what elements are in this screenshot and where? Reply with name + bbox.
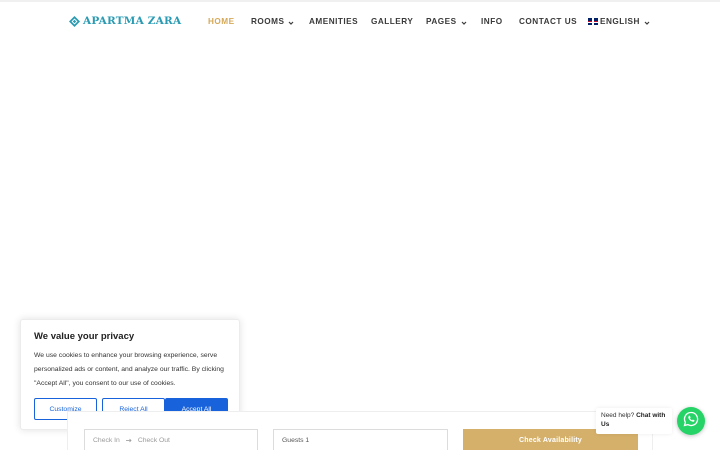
nav-amenities[interactable]: AMENITIES [309,17,358,26]
site-logo[interactable]: APARTMA ZARA [69,15,181,27]
guests-value: Guests 1 [282,437,310,444]
nav-home[interactable]: HOME [208,17,235,26]
check-in-placeholder: Check In [93,437,120,444]
help-prefix: Need help? [601,412,635,419]
nav-label: PAGES [426,17,457,26]
nav-pages[interactable]: PAGES [426,17,467,26]
nav-label: CONTACT US [519,17,578,26]
diamond-logo-icon [69,15,80,27]
uk-flag-icon [588,18,598,25]
help-tooltip[interactable]: Need help? Chat with Us [596,408,672,434]
cookie-description: We use cookies to enhance your browsing … [34,352,224,387]
chevron-down-icon [288,19,294,25]
nav-label: GALLERY [371,17,414,26]
language-switcher[interactable]: ENGLISH [588,17,650,26]
nav-label: INFO [481,17,503,26]
site-header: APARTMA ZARA HOME ROOMS AMENITIES GALLER… [0,2,720,42]
nav-contact[interactable]: CONTACT US [519,17,577,26]
chevron-down-icon [461,19,467,25]
nav-label: ROOMS [251,17,285,26]
whatsapp-icon [683,411,699,432]
nav-label: AMENITIES [309,17,359,26]
nav-gallery[interactable]: GALLERY [371,17,413,26]
guests-select[interactable]: Guests 1 [273,429,448,450]
nav-label: HOME [208,17,235,26]
cookie-title: We value your privacy [34,331,135,342]
date-range-input[interactable]: Check In Check Out [84,429,258,450]
booking-form: Check In Check Out Guests 1 Check Availa… [67,411,653,450]
arrow-right-icon [125,438,132,443]
nav-info[interactable]: INFO [481,17,503,26]
whatsapp-chat-button[interactable] [677,407,705,435]
language-label: ENGLISH [600,17,640,26]
chevron-down-icon [644,19,650,25]
check-out-placeholder: Check Out [137,437,170,444]
nav-rooms[interactable]: ROOMS [251,17,294,26]
brand-name: APARTMA ZARA [83,15,182,27]
